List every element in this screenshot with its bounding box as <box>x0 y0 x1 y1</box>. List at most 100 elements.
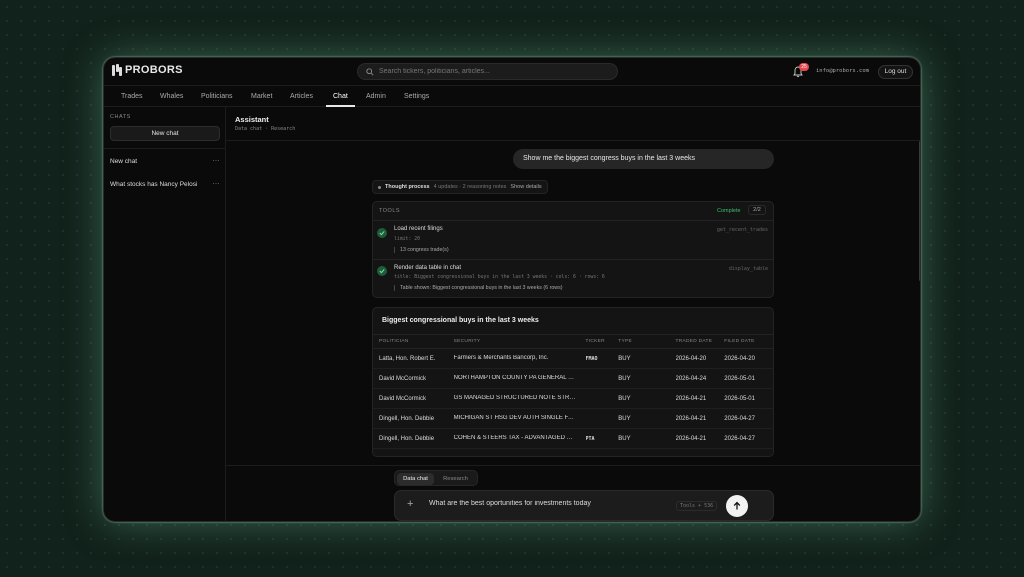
tool-args: title: Biggest congressional buys in the… <box>394 275 605 280</box>
tool-output: 13 congress trade(s) <box>394 247 449 253</box>
table-row[interactable]: Dingell, Hon. Debbie MICHIGAN ST HSG DEV… <box>373 408 773 429</box>
cell-ticker <box>585 408 619 429</box>
table-row[interactable]: David McCormick NORTHAMPTON COUNTY PA GE… <box>373 368 773 389</box>
thought-meta: 4 updates · 2 reasoning notes <box>433 184 507 190</box>
search-icon <box>366 67 374 76</box>
cell-type: BUY <box>618 348 676 369</box>
logout-button[interactable]: Log out <box>878 65 913 79</box>
nav-tab-market[interactable]: Market <box>251 86 272 107</box>
tool-call-row[interactable]: Load recent filings get_recent_trades li… <box>373 220 773 259</box>
nav-tab-whales[interactable]: Whales <box>160 86 183 107</box>
tools-count-badge: 2/2 <box>748 205 766 215</box>
nav-tab-admin[interactable]: Admin <box>366 86 386 107</box>
main-nav: Trades Whales Politicians Market Article… <box>104 86 920 107</box>
send-button[interactable] <box>726 495 748 517</box>
cell-security: NORTHAMPTON COUNTY PA GENERAL PURPOSE <box>453 375 576 382</box>
tools-label: TOOLS <box>379 208 401 214</box>
column-header[interactable]: POLITICIAN <box>373 334 454 349</box>
user-email: info@probors.com <box>816 68 869 74</box>
cell-ticker: FMAO <box>585 348 619 369</box>
thought-process-bar[interactable]: Thought process 4 updates · 2 reasoning … <box>372 180 548 194</box>
scrollbar[interactable] <box>919 141 920 281</box>
more-options-icon[interactable]: ⋯ <box>213 178 221 192</box>
cell-traded-date: 2026-04-21 <box>675 388 725 409</box>
user-message: Show me the biggest congress buys in the… <box>513 149 774 169</box>
tool-call-row[interactable]: Render data table in chat display_table … <box>373 259 773 299</box>
table-title: Biggest congressional buys in the last 3… <box>382 317 539 324</box>
table-row[interactable]: Latta, Hon. Robert E. Farmers & Merchant… <box>373 348 773 369</box>
cell-ticker: PTA <box>585 428 619 449</box>
tool-name: Load recent filings <box>394 226 443 232</box>
chat-list-item[interactable]: New chat ⋯ <box>110 155 220 169</box>
search-bar[interactable] <box>357 63 618 80</box>
cell-ticker <box>585 388 619 409</box>
chat-item-title: New chat <box>110 158 138 165</box>
nav-tab-politicians[interactable]: Politicians <box>201 86 233 107</box>
chat-sidebar: CHATS New chat New chat ⋯ What stocks ha… <box>104 107 226 521</box>
column-header[interactable]: TYPE <box>618 334 676 349</box>
table-row[interactable]: Dingell, Hon. Debbie COHEN & STEERS TAX … <box>373 428 773 449</box>
new-chat-button[interactable]: New chat <box>110 126 220 141</box>
cell-traded-date: 2026-04-21 <box>675 428 725 449</box>
arrow-up-icon <box>733 501 741 510</box>
cell-ticker <box>585 368 619 389</box>
tool-function: get_recent_trades <box>716 227 768 233</box>
chat-list-item[interactable]: What stocks has Nancy Pelosi ⋯ <box>110 178 220 192</box>
more-options-icon[interactable]: ⋯ <box>213 155 221 169</box>
cell-traded-date: 2026-04-21 <box>675 408 725 429</box>
sidebar-divider <box>104 148 226 149</box>
check-icon <box>377 228 387 238</box>
notification-badge: 25 <box>799 63 809 71</box>
cell-filed-date: 2026-04-20 <box>724 348 773 369</box>
probors-logo-icon <box>112 64 122 76</box>
cell-traded-date: 2026-04-20 <box>675 348 725 369</box>
cell-politician: Dingell, Hon. Debbie <box>373 408 454 429</box>
assistant-title: Assistant <box>235 115 269 124</box>
table-row[interactable]: David McCormick GS MANAGED STRUCTURED NO… <box>373 388 773 409</box>
nav-tab-trades[interactable]: Trades <box>121 86 143 107</box>
check-icon <box>377 266 387 276</box>
composer-divider <box>226 465 920 466</box>
status-dot-icon <box>378 185 381 189</box>
assistant-header: Assistant Data chat · Research <box>226 107 920 141</box>
cell-politician: Latta, Hon. Robert E. <box>373 348 454 369</box>
table-header-row: POLITICIAN SECURITY TICKER TYPE TRADED D… <box>373 334 773 349</box>
message-input[interactable] <box>429 500 659 507</box>
brand-logo[interactable]: PROBORS <box>112 64 183 76</box>
results-table: POLITICIAN SECURITY TICKER TYPE TRADED D… <box>373 334 773 449</box>
nav-tab-chat[interactable]: Chat <box>333 86 348 107</box>
cell-filed-date: 2026-04-27 <box>724 428 773 449</box>
cell-politician: David McCormick <box>373 388 454 409</box>
shortcut-hint: Tools + 536 <box>676 501 718 511</box>
plus-icon[interactable]: + <box>407 498 413 510</box>
chats-section-label: CHATS <box>110 114 131 120</box>
message-composer: + Tools + 536 <box>394 490 774 521</box>
results-table-card: Biggest congressional buys in the last 3… <box>372 307 774 457</box>
cell-security: GS MANAGED STRUCTURED NOTE STRATEGY <box>453 395 576 402</box>
nav-tab-settings[interactable]: Settings <box>404 86 429 107</box>
column-header[interactable]: FILED DATE <box>724 334 773 349</box>
cell-traded-date: 2026-04-24 <box>675 368 725 389</box>
cell-politician: Dingell, Hon. Debbie <box>373 428 454 449</box>
search-input[interactable] <box>379 68 599 75</box>
tool-output: Table shown: Biggest congressional buys … <box>394 285 563 291</box>
column-header[interactable]: TICKER <box>585 334 619 349</box>
nav-tab-articles[interactable]: Articles <box>290 86 313 107</box>
cell-filed-date: 2026-05-01 <box>724 388 773 409</box>
tool-function: display_table <box>728 266 768 272</box>
chat-main: Assistant Data chat · Research Show me t… <box>226 107 920 521</box>
tools-status: Complete <box>717 208 741 214</box>
app-window: PROBORS 25 info@probors.com Log out Trad… <box>103 57 921 522</box>
top-bar: PROBORS 25 info@probors.com Log out <box>104 58 920 86</box>
tool-args: limit: 20 <box>394 237 420 242</box>
chat-mode-switch: Data chat Research <box>394 470 478 486</box>
cell-security: COHEN & STEERS TAX - ADVANTAGED PREFERRE… <box>453 435 576 442</box>
cell-filed-date: 2026-05-01 <box>724 368 773 389</box>
cell-type: BUY <box>618 428 676 449</box>
mode-tab-research[interactable]: Research <box>436 473 475 485</box>
show-details-link[interactable]: Show details <box>510 181 541 193</box>
thought-label: Thought process <box>385 184 430 190</box>
column-header[interactable]: SECURITY <box>453 334 586 349</box>
column-header[interactable]: TRADED DATE <box>675 334 725 349</box>
mode-tab-data-chat[interactable]: Data chat <box>397 473 434 485</box>
